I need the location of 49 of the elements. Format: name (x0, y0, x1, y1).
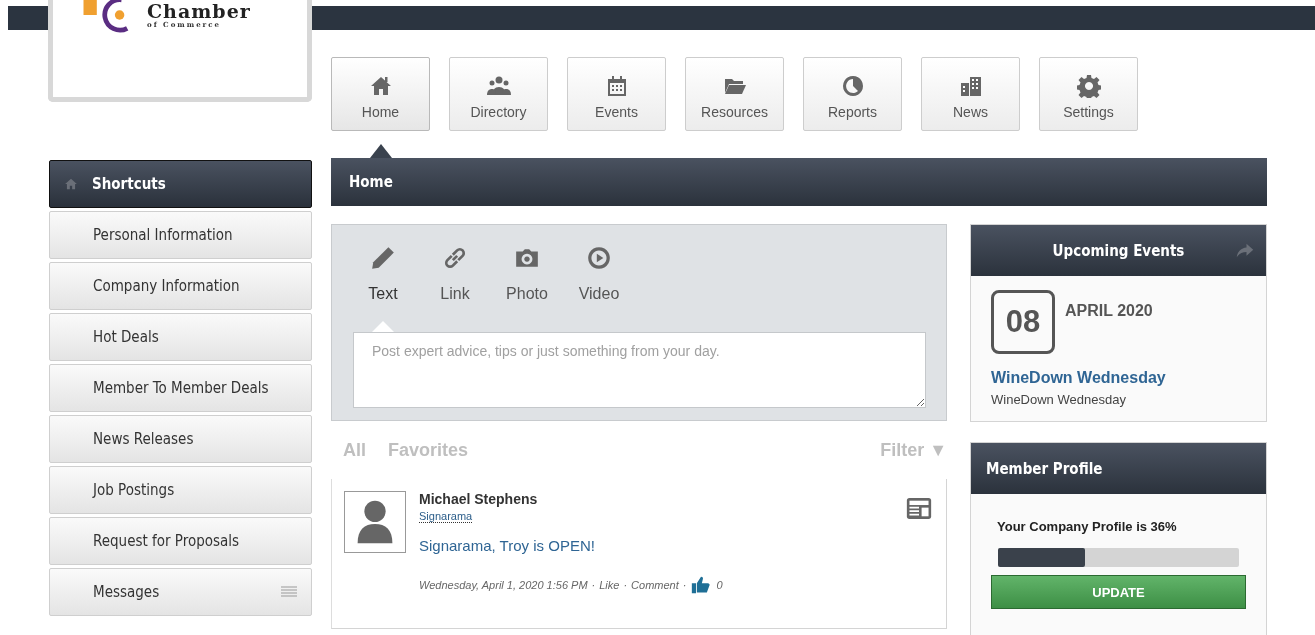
nav-tab[interactable]: News (921, 57, 1020, 131)
newspaper-icon (906, 497, 932, 520)
gear-icon (1076, 74, 1101, 98)
post-action-link[interactable]: Like (599, 579, 620, 591)
link-icon (442, 245, 468, 271)
nav-tab[interactable]: Settings (1039, 57, 1138, 131)
event-description: WineDown Wednesday (991, 392, 1127, 407)
pencil-icon (370, 245, 396, 271)
sidebar-item[interactable]: Member To Member Deals (49, 364, 312, 412)
sidebar-item[interactable]: News Releases (49, 415, 312, 463)
page-title: Home (349, 173, 393, 191)
like-count: 0 (716, 579, 723, 591)
post-time: Wednesday, April 1, 2020 1:56 PM (419, 579, 588, 591)
sidebar-item[interactable]: Job Postings (49, 466, 312, 514)
composer-tab[interactable]: Photo (505, 237, 549, 332)
nav-tab[interactable]: Directory (449, 57, 548, 131)
nav-tab[interactable]: Events (567, 57, 666, 131)
separator-dot: · (591, 579, 596, 591)
logo-name: Chamber (147, 2, 251, 21)
play-icon (586, 245, 612, 271)
separator-dot: · (682, 579, 687, 591)
composer-tab[interactable]: Video (577, 237, 621, 332)
card-title: Member Profile (986, 459, 1103, 478)
event-link[interactable]: WineDown Wednesday (991, 369, 1246, 387)
sidebar-item[interactable]: Request for Proposals (49, 517, 312, 565)
sidebar-item[interactable]: Hot Deals (49, 313, 312, 361)
post-field[interactable]: Post expert advice, tips or just something from your day. (353, 332, 926, 408)
separator-dot: · (623, 579, 628, 591)
profile-completion-label: Your Company Profile is 36% (996, 519, 1178, 534)
event-day: 08 (991, 290, 1055, 354)
sidebar-item[interactable]: Personal Information (49, 211, 312, 259)
post-author: Michael Stephens (419, 491, 538, 507)
avatar-icon (344, 491, 406, 553)
people-icon (486, 74, 511, 98)
post-action-link[interactable]: Comment (631, 579, 679, 591)
home-icon (64, 177, 78, 191)
nav-tab[interactable]: Reports (803, 57, 902, 131)
card-title: Upcoming Events (1052, 241, 1185, 260)
buildings-icon (958, 74, 983, 98)
composer-tab[interactable]: Link (433, 237, 477, 332)
nav-tab[interactable]: Resources (685, 57, 784, 131)
post-text: Signarama, Troy is OPEN! (419, 537, 595, 554)
event-month: APRIL 2020 (1065, 302, 1153, 320)
sidebar-title: Shortcuts (92, 175, 166, 193)
sidebar-item[interactable]: Messages (49, 568, 312, 616)
company-link[interactable]: Signarama (419, 510, 473, 523)
menu-icon (281, 586, 297, 598)
pie-icon (840, 74, 865, 98)
sidebar-item[interactable]: Company Information (49, 262, 312, 310)
